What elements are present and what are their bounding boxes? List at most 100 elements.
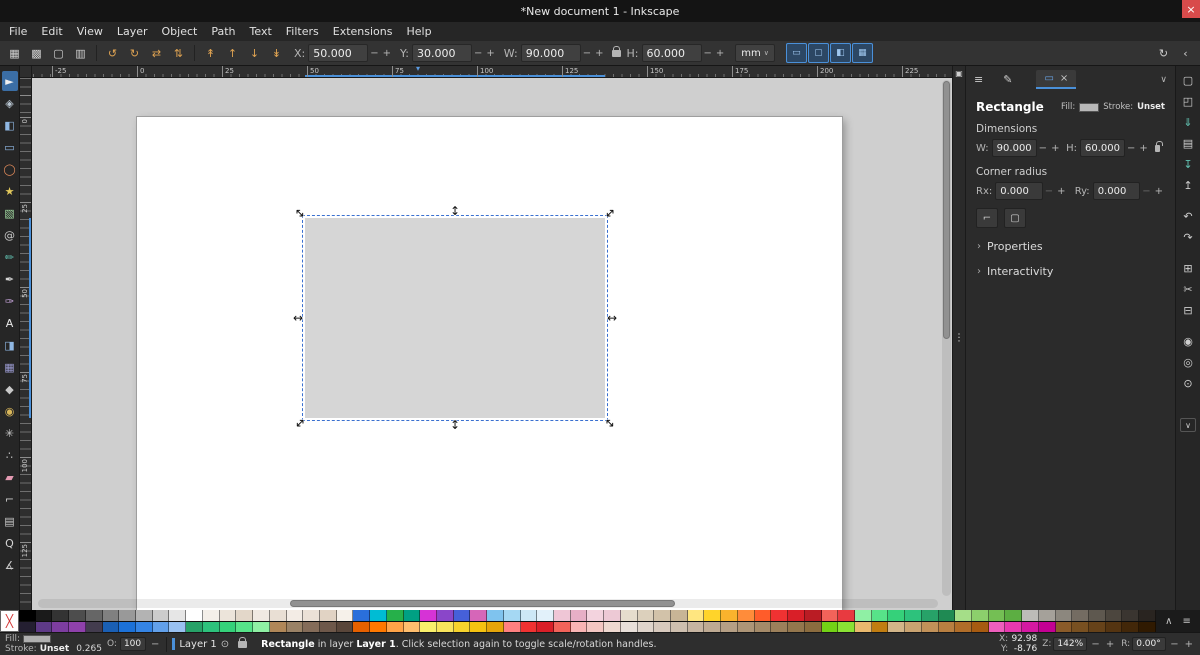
palette-swatch[interactable]: [771, 621, 789, 632]
h-increment[interactable]: +: [714, 48, 726, 59]
palette-swatch[interactable]: [854, 621, 872, 632]
menu-object[interactable]: Object: [155, 25, 205, 38]
scale-stroke-toggle[interactable]: ▭: [785, 43, 807, 63]
horizontal-scrollbar-thumb[interactable]: [290, 600, 675, 607]
star-tool[interactable]: ★: [2, 181, 18, 201]
palette-swatch[interactable]: [821, 610, 839, 621]
y-decrement[interactable]: −: [472, 48, 484, 59]
palette-swatch[interactable]: [152, 621, 170, 632]
x-increment[interactable]: +: [381, 48, 393, 59]
palette-swatch[interactable]: [1089, 610, 1106, 621]
menu-layer[interactable]: Layer: [110, 25, 155, 38]
menu-file[interactable]: File: [2, 25, 34, 38]
palette-swatch[interactable]: [470, 610, 488, 621]
status-stroke-value[interactable]: Unset: [40, 644, 69, 654]
palette-swatch[interactable]: [955, 621, 972, 632]
dock-menu-icon[interactable]: ∨: [1160, 75, 1167, 85]
vertical-scrollbar[interactable]: [942, 80, 951, 596]
rx-decrement[interactable]: −: [1043, 186, 1055, 197]
vertical-ruler[interactable]: 0 25 50 75 100 125: [20, 78, 32, 610]
text-tool[interactable]: A: [2, 313, 18, 333]
palette-swatch[interactable]: [85, 610, 103, 621]
palette-swatch[interactable]: [554, 621, 571, 632]
select-all[interactable]: ▦: [4, 43, 25, 63]
pen-tool[interactable]: ✒: [2, 269, 18, 289]
palette-swatch[interactable]: [838, 621, 855, 632]
sharp-corners-button[interactable]: ⌐: [976, 208, 998, 228]
vertical-scrollbar-thumb[interactable]: [943, 81, 950, 339]
opacity-input[interactable]: 100: [119, 637, 146, 651]
snap-options-icon[interactable]: ⋮: [954, 333, 964, 344]
spiral-tool[interactable]: @: [2, 225, 18, 245]
zoom-input[interactable]: 142%: [1053, 637, 1088, 651]
ry-input[interactable]: 0.000: [1092, 182, 1141, 200]
canvas[interactable]: ↔ ↕ ↔ ↔ ↔ ↕ ↔ ↔: [32, 78, 952, 610]
eraser-tool[interactable]: ▰: [2, 467, 18, 487]
palette-swatch[interactable]: [503, 621, 521, 632]
palette-swatch[interactable]: [754, 610, 772, 621]
measure-tool[interactable]: ∡: [2, 555, 18, 575]
selected-rectangle[interactable]: ↔ ↕ ↔ ↔ ↔ ↕ ↔ ↔: [291, 204, 618, 432]
palette-swatch[interactable]: [219, 610, 237, 621]
menu-help[interactable]: Help: [399, 25, 438, 38]
palette-swatch[interactable]: [704, 621, 722, 632]
palette-swatch[interactable]: [386, 621, 404, 632]
palette-swatch[interactable]: [938, 610, 956, 621]
dropper-tool[interactable]: ◆: [2, 379, 18, 399]
paste[interactable]: ⊟: [1179, 301, 1197, 319]
palette-swatch[interactable]: [136, 610, 153, 621]
window-close-button[interactable]: ×: [1182, 0, 1200, 18]
zoom-tool[interactable]: Q: [2, 533, 18, 553]
palette-swatch[interactable]: [537, 610, 554, 621]
palette-swatch[interactable]: [988, 610, 1006, 621]
palette-swatch[interactable]: [721, 610, 738, 621]
y-increment[interactable]: +: [484, 48, 496, 59]
palette-swatch[interactable]: [554, 610, 571, 621]
pencil-tool[interactable]: ✏: [2, 247, 18, 267]
palette-swatch[interactable]: [186, 610, 203, 621]
scale-handle-e[interactable]: ↔: [605, 311, 619, 325]
rotation-input[interactable]: 0.00°: [1132, 637, 1167, 651]
palette-swatch[interactable]: [403, 610, 421, 621]
import-image[interactable]: ↧: [1179, 155, 1197, 173]
lower-to-bottom[interactable]: ↡: [266, 43, 287, 63]
zoom-increment[interactable]: +: [1104, 639, 1116, 650]
palette-swatch[interactable]: [253, 621, 270, 632]
palette-swatch[interactable]: [821, 621, 839, 632]
node-tool[interactable]: ◈: [2, 93, 18, 113]
palette-swatch[interactable]: [971, 621, 989, 632]
palette-swatch[interactable]: [85, 621, 103, 632]
palette-swatch[interactable]: [1055, 621, 1073, 632]
unit-selector[interactable]: mm ∨: [735, 44, 775, 62]
horizontal-scrollbar[interactable]: [38, 599, 938, 608]
palette-swatch[interactable]: [921, 610, 939, 621]
export-image[interactable]: ↥: [1179, 176, 1197, 194]
print-document[interactable]: ▤: [1179, 134, 1197, 152]
shape-builder-tool[interactable]: ◧: [2, 115, 18, 135]
zoom-page[interactable]: ⊙: [1179, 374, 1197, 392]
opacity-decrement[interactable]: −: [149, 639, 161, 650]
lock-ratio-icon[interactable]: [1154, 140, 1164, 152]
move-gradients-toggle[interactable]: ◧: [829, 43, 851, 63]
scale-handle-s[interactable]: ↕: [448, 418, 462, 432]
palette-swatch[interactable]: [19, 621, 36, 632]
palette-swatch[interactable]: [102, 610, 120, 621]
gradient-tool[interactable]: ◨: [2, 335, 18, 355]
palette-swatch[interactable]: [570, 610, 588, 621]
palette-swatch[interactable]: [620, 621, 638, 632]
palette-swatch[interactable]: [303, 610, 320, 621]
palette-swatch[interactable]: [487, 610, 504, 621]
palette-swatch[interactable]: [303, 621, 320, 632]
palette-swatch[interactable]: [420, 610, 437, 621]
rotate-90-cw[interactable]: ↻: [124, 43, 145, 63]
palette-swatch[interactable]: [319, 610, 337, 621]
palette-swatch[interactable]: [102, 621, 120, 632]
palette-swatch[interactable]: [69, 610, 86, 621]
width-decrement[interactable]: −: [1037, 143, 1049, 154]
lock-aspect-icon[interactable]: [611, 45, 621, 57]
palette-swatch[interactable]: [871, 621, 889, 632]
palette-swatch[interactable]: [453, 610, 471, 621]
w-input[interactable]: 90.000: [520, 44, 581, 62]
palette-swatch[interactable]: [1038, 621, 1056, 632]
palette-swatch[interactable]: [620, 610, 638, 621]
